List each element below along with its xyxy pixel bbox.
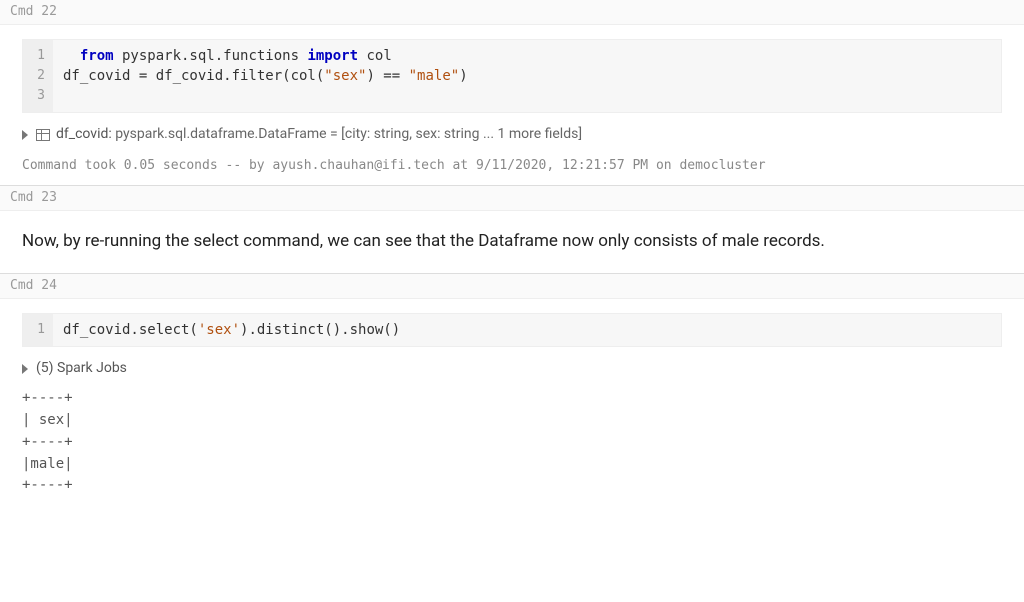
cmd-header: Cmd 24 [0, 274, 1024, 299]
code-line: df_covid.select('sex').distinct().show() [63, 320, 991, 340]
cell-cmd23: Cmd 23 Now, by re-running the select com… [0, 186, 1024, 274]
schema-row[interactable]: df_covid: pyspark.sql.dataframe.DataFram… [22, 121, 1002, 149]
cmd-header: Cmd 23 [0, 186, 1024, 211]
spark-jobs-label: (5) Spark Jobs [36, 359, 127, 379]
expand-arrow-icon[interactable] [22, 364, 28, 374]
code-block[interactable]: 1 df_covid.select('sex').distinct().show… [22, 313, 1002, 347]
output-area: df_covid: pyspark.sql.dataframe.DataFram… [22, 121, 1002, 149]
gutter-line: 1 [33, 46, 45, 66]
spark-jobs-toggle[interactable]: (5) Spark Jobs [22, 355, 1002, 385]
status-line: Command took 0.05 seconds -- by ayush.ch… [22, 157, 1002, 175]
line-gutter: 1 2 3 [23, 40, 53, 112]
code-lines[interactable]: df_covid.select('sex').distinct().show() [53, 314, 1001, 346]
table-icon [36, 129, 50, 141]
cell-cmd22: Cmd 22 1 2 3 from pyspark.sql.functions … [0, 0, 1024, 186]
code-lines[interactable]: from pyspark.sql.functions import col df… [53, 40, 1001, 112]
gutter-line: 1 [33, 320, 45, 340]
code-line: df_covid = df_covid.filter(col("sex") ==… [63, 66, 991, 86]
code-line [63, 86, 991, 106]
gutter-line: 3 [33, 86, 45, 106]
cmd-header: Cmd 22 [0, 0, 1024, 25]
cell-cmd24: Cmd 24 1 df_covid.select('sex').distinct… [0, 274, 1024, 497]
code-block[interactable]: 1 2 3 from pyspark.sql.functions import … [22, 39, 1002, 113]
gutter-line: 2 [33, 66, 45, 86]
output-area: (5) Spark Jobs +----+ | sex| +----+ |mal… [22, 355, 1002, 497]
code-line: from pyspark.sql.functions import col [63, 46, 991, 66]
schema-text: df_covid: pyspark.sql.dataframe.DataFram… [56, 125, 582, 145]
markdown-text: Now, by re-running the select command, w… [0, 211, 1024, 273]
expand-arrow-icon[interactable] [22, 130, 28, 140]
ascii-output: +----+ | sex| +----+ |male| +----+ [22, 388, 1002, 496]
line-gutter: 1 [23, 314, 53, 346]
